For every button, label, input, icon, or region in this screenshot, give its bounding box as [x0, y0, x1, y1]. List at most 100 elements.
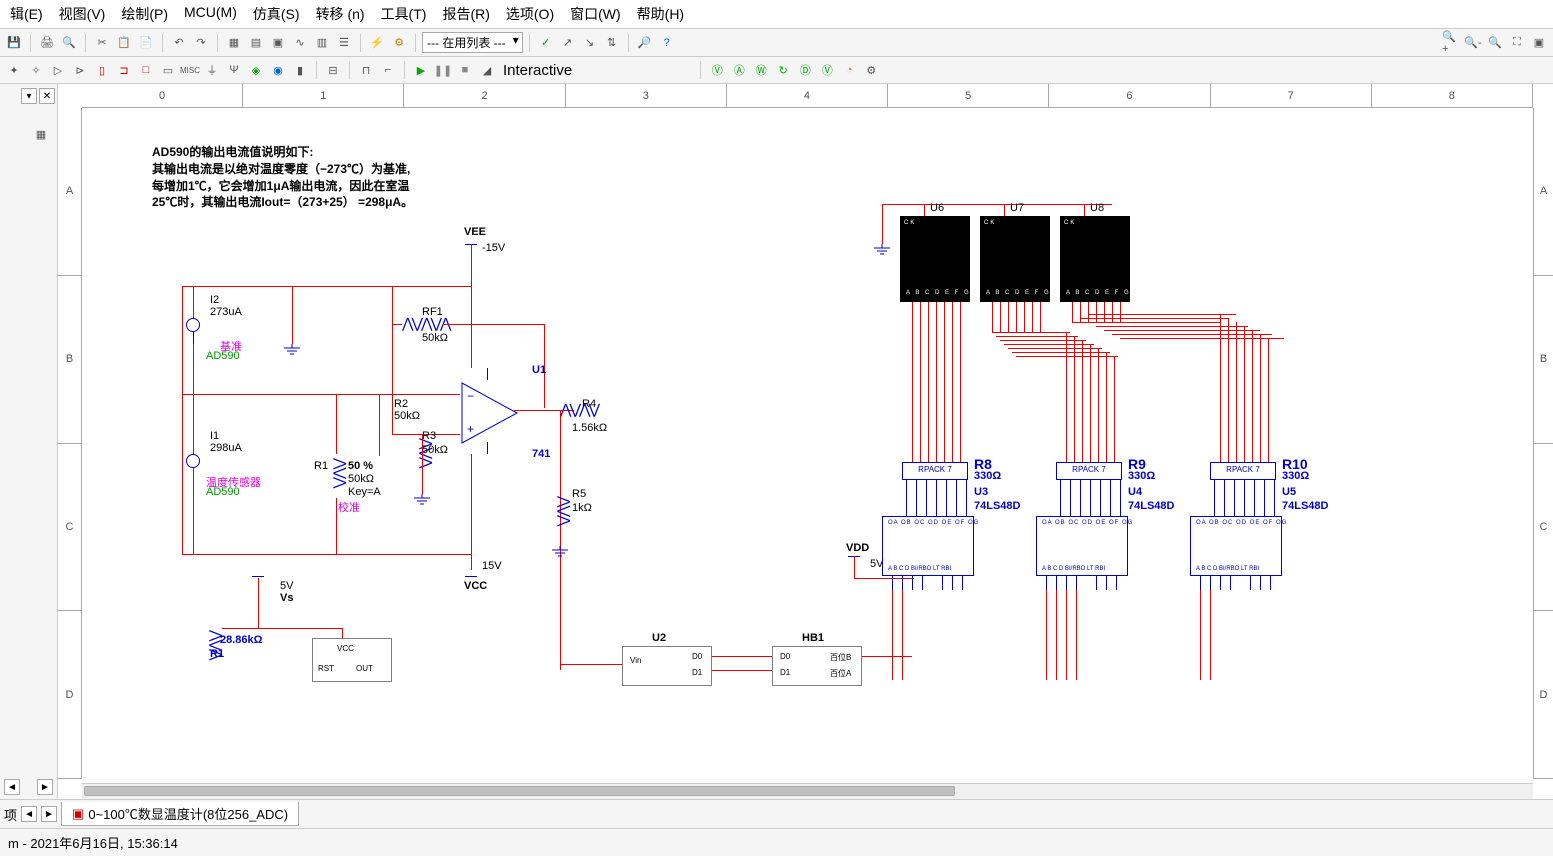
probe-settings-icon[interactable]: ⚙ — [861, 60, 881, 80]
tool-hier-icon[interactable]: ⊟ — [323, 60, 343, 80]
probe-dig-icon[interactable]: ◔ — [839, 60, 859, 80]
print-icon[interactable]: 🖨 — [37, 33, 57, 53]
tool-misc-icon[interactable]: MISC — [180, 60, 200, 80]
probe-a-icon[interactable]: Ⓐ — [729, 60, 749, 80]
u7-ref: U7 — [1010, 202, 1024, 214]
tab-next-icon[interactable]: ► — [41, 806, 57, 822]
scrollbar-horizontal[interactable] — [82, 783, 1533, 799]
canvas[interactable]: 0 1 2 3 4 5 6 7 8 A B C D A B C D AD5 — [58, 84, 1553, 799]
rs-ref: R1 — [210, 648, 224, 660]
rpack-r8: RPACK 7 — [902, 462, 968, 480]
view-grid-icon[interactable]: ▤ — [246, 33, 266, 53]
menu-view[interactable]: 视图(V) — [53, 2, 112, 26]
probe-diff-icon[interactable]: Ⓓ — [795, 60, 815, 80]
i2-symbol — [186, 318, 200, 332]
menu-draw[interactable]: 绘制(P) — [115, 2, 174, 26]
probe-w-icon[interactable]: Ⓦ — [751, 60, 771, 80]
view-schematic-icon[interactable]: ▦ — [224, 33, 244, 53]
tool-rf-icon[interactable]: ◈ — [246, 60, 266, 80]
view-misc-icon[interactable]: ☰ — [334, 33, 354, 53]
zoom-area-icon[interactable]: ⛶ — [1507, 33, 1527, 53]
menubar: 辑(E) 视图(V) 绘制(P) MCU(M) 仿真(S) 转移 (n) 工具(… — [0, 0, 1553, 29]
in-use-list-select[interactable]: --- 在用列表 --- — [422, 32, 523, 53]
svg-text:+: + — [467, 422, 474, 436]
rf1-val: 50kΩ — [422, 332, 448, 344]
tool-diode-icon[interactable]: ▷ — [48, 60, 68, 80]
arrow-icon[interactable]: ↗ — [558, 33, 578, 53]
ground-icon-4 — [874, 244, 890, 259]
component2-icon[interactable]: ⚙ — [389, 33, 409, 53]
interactive-icon[interactable]: ◢ — [477, 60, 497, 80]
arrow3-icon[interactable]: ⇅ — [602, 33, 622, 53]
save-icon[interactable]: 💾 — [4, 33, 24, 53]
r4-symbol: ⋀⋁⋀⋁ — [560, 402, 598, 418]
zoom-in-icon[interactable]: 🔍+ — [1441, 33, 1461, 53]
menu-help[interactable]: 帮助(H) — [631, 2, 690, 26]
u4-ref: U4 — [1128, 486, 1142, 498]
r3-val: 50kΩ — [422, 444, 448, 456]
tool-ind-icon[interactable]: Ψ — [224, 60, 244, 80]
tool-1-icon[interactable]: ✦ — [4, 60, 24, 80]
tool-2-icon[interactable]: ✧ — [26, 60, 46, 80]
pause-icon[interactable]: ❚❚ — [433, 60, 453, 80]
rs-val: 28.86kΩ — [220, 634, 262, 646]
menu-sim[interactable]: 仿真(S) — [247, 2, 306, 26]
panel-tool-icon[interactable]: ▦ — [31, 124, 51, 144]
u6-ref: U6 — [930, 202, 944, 214]
check-icon[interactable]: ✓ — [536, 33, 556, 53]
view-part-icon[interactable]: ▣ — [268, 33, 288, 53]
view-wave-icon[interactable]: ∿ — [290, 33, 310, 53]
stop-icon[interactable]: ■ — [455, 60, 475, 80]
tool-mcu-icon[interactable]: ▮ — [290, 60, 310, 80]
u1-ref: U1 — [532, 364, 546, 376]
help-icon[interactable]: ? — [657, 33, 677, 53]
tool-bus-icon[interactable]: ⊓ — [356, 60, 376, 80]
menu-options[interactable]: 选项(O) — [500, 2, 560, 26]
menu-transfer[interactable]: 转移 (n) — [310, 2, 371, 26]
svg-text:−: − — [467, 389, 474, 403]
vee-label: VEE — [464, 226, 486, 238]
r1-pct: 50 % — [348, 460, 373, 472]
menu-tools[interactable]: 工具(T) — [375, 2, 433, 26]
tool-ic-icon[interactable]: ▯ — [92, 60, 112, 80]
tool-em-icon[interactable]: ◉ — [268, 60, 288, 80]
search-icon[interactable]: 🔎 — [635, 33, 655, 53]
tool-power-icon[interactable]: ⏚ — [202, 60, 222, 80]
menu-edit[interactable]: 辑(E) — [4, 2, 49, 26]
tool-gate-icon[interactable]: ⊐ — [114, 60, 134, 80]
cut-icon[interactable]: ✂ — [92, 33, 112, 53]
panel-next-icon[interactable]: ► — [37, 779, 53, 795]
tool-trans-icon[interactable]: ⊳ — [70, 60, 90, 80]
schematic-viewport[interactable]: AD590的输出电流值说明如下: 其输出电流是以绝对温度零度（−273℃）为基准… — [82, 108, 1533, 779]
component-icon[interactable]: ⚡ — [367, 33, 387, 53]
hb1-ref: HB1 — [802, 632, 824, 644]
options-tab-label: 项 — [4, 805, 17, 824]
document-tab[interactable]: ▣ 0~100℃数显温度计(8位256_ADC) — [61, 802, 299, 826]
probe-v-icon[interactable]: Ⓥ — [707, 60, 727, 80]
menu-mcu[interactable]: MCU(M) — [178, 2, 243, 26]
zoom-out-icon[interactable]: 🔍- — [1463, 33, 1483, 53]
arrow2-icon[interactable]: ↘ — [580, 33, 600, 53]
menu-window[interactable]: 窗口(W) — [564, 2, 627, 26]
tool-logic-icon[interactable]: □ — [136, 60, 156, 80]
view-sheet-icon[interactable]: ▥ — [312, 33, 332, 53]
copy-icon[interactable]: 📋 — [114, 33, 134, 53]
panel-prev-icon[interactable]: ◄ — [4, 779, 20, 795]
r1-symbol: ⋀⋁⋀ — [332, 458, 348, 486]
redo-icon[interactable]: ↷ — [191, 33, 211, 53]
print-preview-icon[interactable]: 🔍 — [59, 33, 79, 53]
play-icon[interactable]: ▶ — [411, 60, 431, 80]
panel-close-icon[interactable]: ✕ — [39, 88, 55, 104]
menu-report[interactable]: 报告(R) — [436, 2, 495, 26]
paste-icon[interactable]: 📄 — [136, 33, 156, 53]
tool-junction-icon[interactable]: ⌐ — [378, 60, 398, 80]
tool-mixed-icon[interactable]: ▭ — [158, 60, 178, 80]
tab-prev-icon[interactable]: ◄ — [21, 806, 37, 822]
probe-v2-icon[interactable]: Ⓥ — [817, 60, 837, 80]
panel-pin-icon[interactable]: ▾ — [21, 88, 37, 104]
zoom-fit-icon[interactable]: 🔍 — [1485, 33, 1505, 53]
probe-ref-icon[interactable]: ↻ — [773, 60, 793, 80]
undo-icon[interactable]: ↶ — [169, 33, 189, 53]
vcc-label: VCC — [464, 580, 487, 592]
fullscreen-icon[interactable]: ▣ — [1529, 33, 1549, 53]
